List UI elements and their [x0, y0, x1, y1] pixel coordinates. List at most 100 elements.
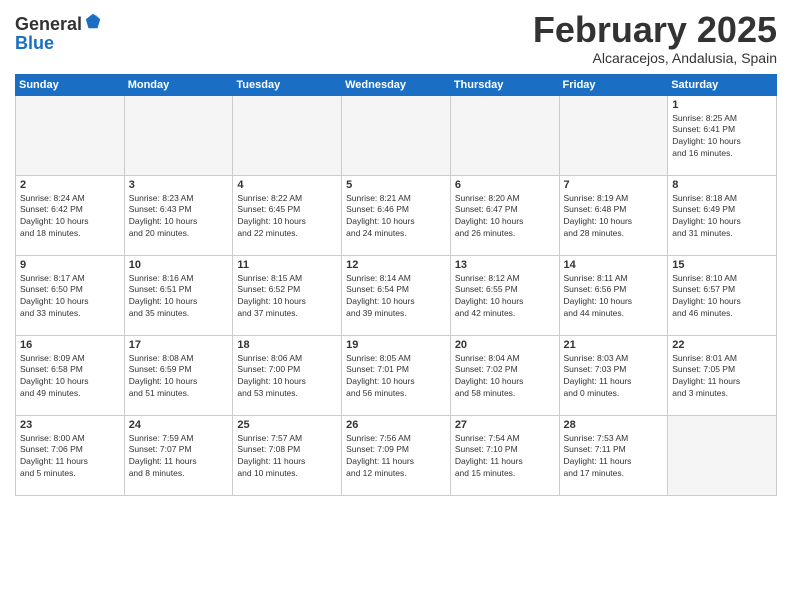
- day-info: Sunrise: 8:17 AM Sunset: 6:50 PM Dayligh…: [20, 273, 120, 321]
- day-info: Sunrise: 8:11 AM Sunset: 6:56 PM Dayligh…: [564, 273, 664, 321]
- calendar-cell: [16, 95, 125, 175]
- calendar-cell: 19 Sunrise: 8:05 AM Sunset: 7:01 PM Dayli…: [342, 335, 451, 415]
- calendar-cell: 21Sunrise: 8:03 AM Sunset: 7:03 PM Dayli…: [559, 335, 668, 415]
- day-info: Sunrise: 8:22 AM Sunset: 6:45 PM Dayligh…: [237, 193, 337, 241]
- day-info: Sunrise: 8:16 AM Sunset: 6:51 PM Dayligh…: [129, 273, 229, 321]
- day-number: 1: [672, 99, 772, 111]
- day-number: 20: [455, 339, 555, 351]
- day-info: Sunrise: 8:01 AM Sunset: 7:05 PM Dayligh…: [672, 353, 772, 401]
- calendar-cell: 5Sunrise: 8:21 AM Sunset: 6:46 PM Daylig…: [342, 175, 451, 255]
- day-number: 11: [237, 259, 337, 271]
- calendar-cell: [668, 415, 777, 495]
- day-info: Sunrise: 8:09 AM Sunset: 6:58 PM Dayligh…: [20, 353, 120, 401]
- day-number: 3: [129, 179, 229, 191]
- calendar-cell: 8 Sunrise: 8:18 AM Sunset: 6:49 PM Daylig…: [668, 175, 777, 255]
- calendar: SundayMondayTuesdayWednesdayThursdayFrid…: [15, 74, 777, 496]
- weekday-header-row: SundayMondayTuesdayWednesdayThursdayFrid…: [16, 74, 777, 95]
- title-block: February 2025 Alcaracejos, Andalusia, Sp…: [533, 10, 777, 66]
- day-number: 19: [346, 339, 446, 351]
- day-info: Sunrise: 8:18 AM Sunset: 6:49 PM Dayligh…: [672, 193, 772, 241]
- weekday-header-saturday: Saturday: [668, 74, 777, 95]
- day-number: 6: [455, 179, 555, 191]
- calendar-cell: 15 Sunrise: 8:10 AM Sunset: 6:57 PM Dayli…: [668, 255, 777, 335]
- day-number: 14: [564, 259, 664, 271]
- day-info: Sunrise: 8:08 AM Sunset: 6:59 PM Dayligh…: [129, 353, 229, 401]
- day-number: 26: [346, 419, 446, 431]
- day-number: 9: [20, 259, 120, 271]
- calendar-cell: 10 Sunrise: 8:16 AM Sunset: 6:51 PM Dayli…: [124, 255, 233, 335]
- calendar-cell: [233, 95, 342, 175]
- calendar-cell: [450, 95, 559, 175]
- calendar-cell: 13 Sunrise: 8:12 AM Sunset: 6:55 PM Dayli…: [450, 255, 559, 335]
- calendar-cell: 2Sunrise: 8:24 AM Sunset: 6:42 PM Daylig…: [16, 175, 125, 255]
- day-number: 28: [564, 419, 664, 431]
- calendar-cell: 7 Sunrise: 8:19 AM Sunset: 6:48 PM Daylig…: [559, 175, 668, 255]
- logo-icon: [84, 12, 102, 30]
- day-info: Sunrise: 8:15 AM Sunset: 6:52 PM Dayligh…: [237, 273, 337, 321]
- day-number: 8: [672, 179, 772, 191]
- day-number: 23: [20, 419, 120, 431]
- calendar-cell: 9 Sunrise: 8:17 AM Sunset: 6:50 PM Daylig…: [16, 255, 125, 335]
- day-number: 10: [129, 259, 229, 271]
- calendar-cell: [124, 95, 233, 175]
- weekday-header-friday: Friday: [559, 74, 668, 95]
- day-info: Sunrise: 7:59 AM Sunset: 7:07 PM Dayligh…: [129, 433, 229, 481]
- calendar-cell: [559, 95, 668, 175]
- day-info: Sunrise: 7:53 AM Sunset: 7:11 PM Dayligh…: [564, 433, 664, 481]
- day-info: Sunrise: 8:23 AM Sunset: 6:43 PM Dayligh…: [129, 193, 229, 241]
- calendar-week-row: 2Sunrise: 8:24 AM Sunset: 6:42 PM Daylig…: [16, 175, 777, 255]
- day-number: 4: [237, 179, 337, 191]
- day-number: 7: [564, 179, 664, 191]
- calendar-cell: [342, 95, 451, 175]
- calendar-cell: 22 Sunrise: 8:01 AM Sunset: 7:05 PM Dayli…: [668, 335, 777, 415]
- logo: General Blue: [15, 14, 102, 54]
- weekday-header-thursday: Thursday: [450, 74, 559, 95]
- day-info: Sunrise: 7:56 AM Sunset: 7:09 PM Dayligh…: [346, 433, 446, 481]
- calendar-cell: 16 Sunrise: 8:09 AM Sunset: 6:58 PM Dayli…: [16, 335, 125, 415]
- weekday-header-monday: Monday: [124, 74, 233, 95]
- day-info: Sunrise: 8:14 AM Sunset: 6:54 PM Dayligh…: [346, 273, 446, 321]
- day-number: 13: [455, 259, 555, 271]
- day-number: 24: [129, 419, 229, 431]
- calendar-cell: 24 Sunrise: 7:59 AM Sunset: 7:07 PM Dayli…: [124, 415, 233, 495]
- calendar-cell: 3 Sunrise: 8:23 AM Sunset: 6:43 PM Daylig…: [124, 175, 233, 255]
- day-number: 22: [672, 339, 772, 351]
- weekday-header-tuesday: Tuesday: [233, 74, 342, 95]
- calendar-cell: 20 Sunrise: 8:04 AM Sunset: 7:02 PM Dayli…: [450, 335, 559, 415]
- calendar-cell: 28 Sunrise: 7:53 AM Sunset: 7:11 PM Dayli…: [559, 415, 668, 495]
- calendar-cell: 26 Sunrise: 7:56 AM Sunset: 7:09 PM Dayli…: [342, 415, 451, 495]
- calendar-cell: 12 Sunrise: 8:14 AM Sunset: 6:54 PM Dayli…: [342, 255, 451, 335]
- page: General Blue February 2025 Alcaracejos, …: [0, 0, 792, 612]
- day-info: Sunrise: 8:04 AM Sunset: 7:02 PM Dayligh…: [455, 353, 555, 401]
- logo-blue: Blue: [15, 33, 102, 54]
- day-info: Sunrise: 8:19 AM Sunset: 6:48 PM Dayligh…: [564, 193, 664, 241]
- day-number: 21: [564, 339, 664, 351]
- weekday-header-sunday: Sunday: [16, 74, 125, 95]
- calendar-cell: 17Sunrise: 8:08 AM Sunset: 6:59 PM Dayli…: [124, 335, 233, 415]
- calendar-cell: 6 Sunrise: 8:20 AM Sunset: 6:47 PM Daylig…: [450, 175, 559, 255]
- day-info: Sunrise: 8:10 AM Sunset: 6:57 PM Dayligh…: [672, 273, 772, 321]
- day-number: 15: [672, 259, 772, 271]
- weekday-header-wednesday: Wednesday: [342, 74, 451, 95]
- location: Alcaracejos, Andalusia, Spain: [533, 50, 777, 66]
- calendar-week-row: 16 Sunrise: 8:09 AM Sunset: 6:58 PM Dayli…: [16, 335, 777, 415]
- day-info: Sunrise: 8:12 AM Sunset: 6:55 PM Dayligh…: [455, 273, 555, 321]
- header: General Blue February 2025 Alcaracejos, …: [15, 10, 777, 66]
- calendar-cell: 11 Sunrise: 8:15 AM Sunset: 6:52 PM Dayli…: [233, 255, 342, 335]
- day-number: 27: [455, 419, 555, 431]
- calendar-cell: 27Sunrise: 7:54 AM Sunset: 7:10 PM Dayli…: [450, 415, 559, 495]
- day-info: Sunrise: 8:24 AM Sunset: 6:42 PM Dayligh…: [20, 193, 120, 241]
- calendar-cell: 18Sunrise: 8:06 AM Sunset: 7:00 PM Dayli…: [233, 335, 342, 415]
- day-number: 25: [237, 419, 337, 431]
- day-info: Sunrise: 8:05 AM Sunset: 7:01 PM Dayligh…: [346, 353, 446, 401]
- calendar-cell: 4 Sunrise: 8:22 AM Sunset: 6:45 PM Daylig…: [233, 175, 342, 255]
- day-info: Sunrise: 7:57 AM Sunset: 7:08 PM Dayligh…: [237, 433, 337, 481]
- day-info: Sunrise: 8:20 AM Sunset: 6:47 PM Dayligh…: [455, 193, 555, 241]
- calendar-week-row: 1 Sunrise: 8:25 AM Sunset: 6:41 PM Daylig…: [16, 95, 777, 175]
- day-info: Sunrise: 8:25 AM Sunset: 6:41 PM Dayligh…: [672, 113, 772, 161]
- day-info: Sunrise: 8:21 AM Sunset: 6:46 PM Dayligh…: [346, 193, 446, 241]
- logo-general: General: [15, 14, 82, 35]
- calendar-cell: 14 Sunrise: 8:11 AM Sunset: 6:56 PM Dayli…: [559, 255, 668, 335]
- day-number: 12: [346, 259, 446, 271]
- day-number: 16: [20, 339, 120, 351]
